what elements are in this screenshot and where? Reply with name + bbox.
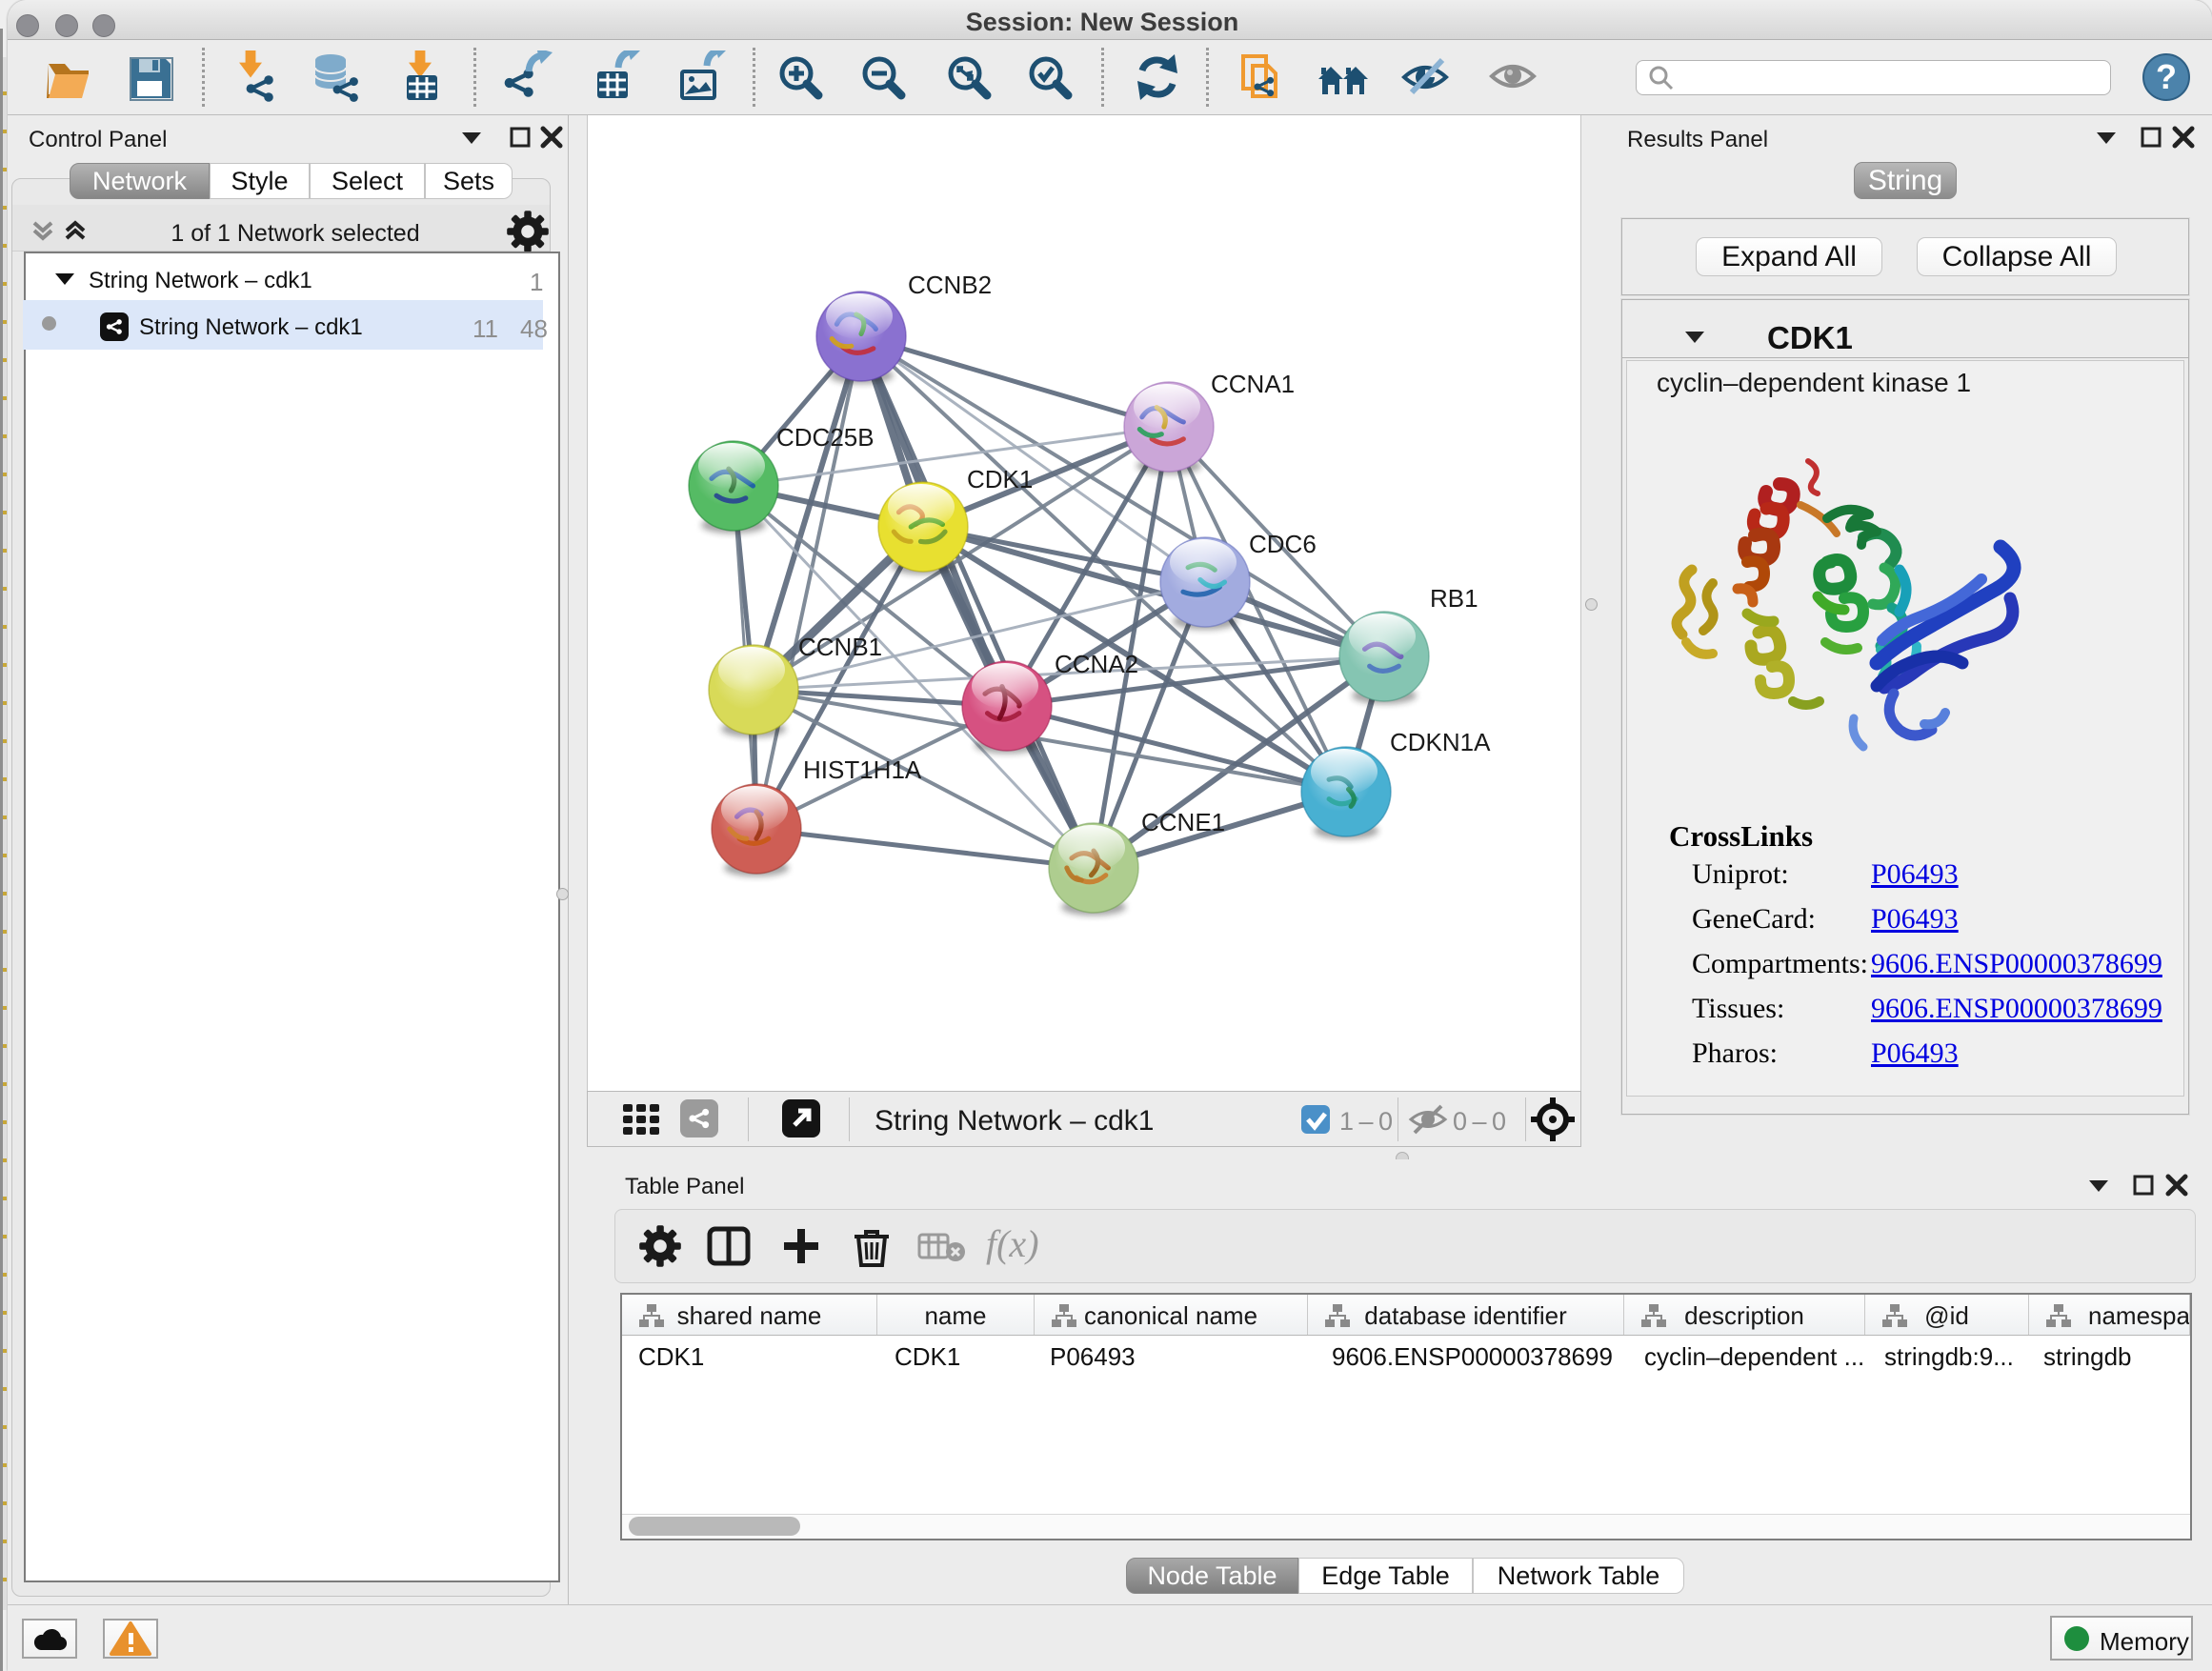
- svg-text:CCNB1: CCNB1: [798, 633, 882, 661]
- svg-text:CCNA2: CCNA2: [1055, 650, 1138, 678]
- svg-text:CCNA1: CCNA1: [1211, 370, 1295, 398]
- svg-text:RB1: RB1: [1430, 584, 1478, 613]
- svg-text:HIST1H1A: HIST1H1A: [803, 755, 922, 784]
- svg-text:CDK1: CDK1: [967, 465, 1033, 493]
- svg-text:CCNE1: CCNE1: [1141, 808, 1225, 836]
- svg-text:CDKN1A: CDKN1A: [1390, 728, 1491, 756]
- svg-text:CCNB2: CCNB2: [908, 271, 992, 299]
- svg-text:CDC6: CDC6: [1249, 530, 1317, 558]
- svg-text:?: ?: [2156, 57, 2177, 96]
- svg-text:CDC25B: CDC25B: [776, 423, 875, 452]
